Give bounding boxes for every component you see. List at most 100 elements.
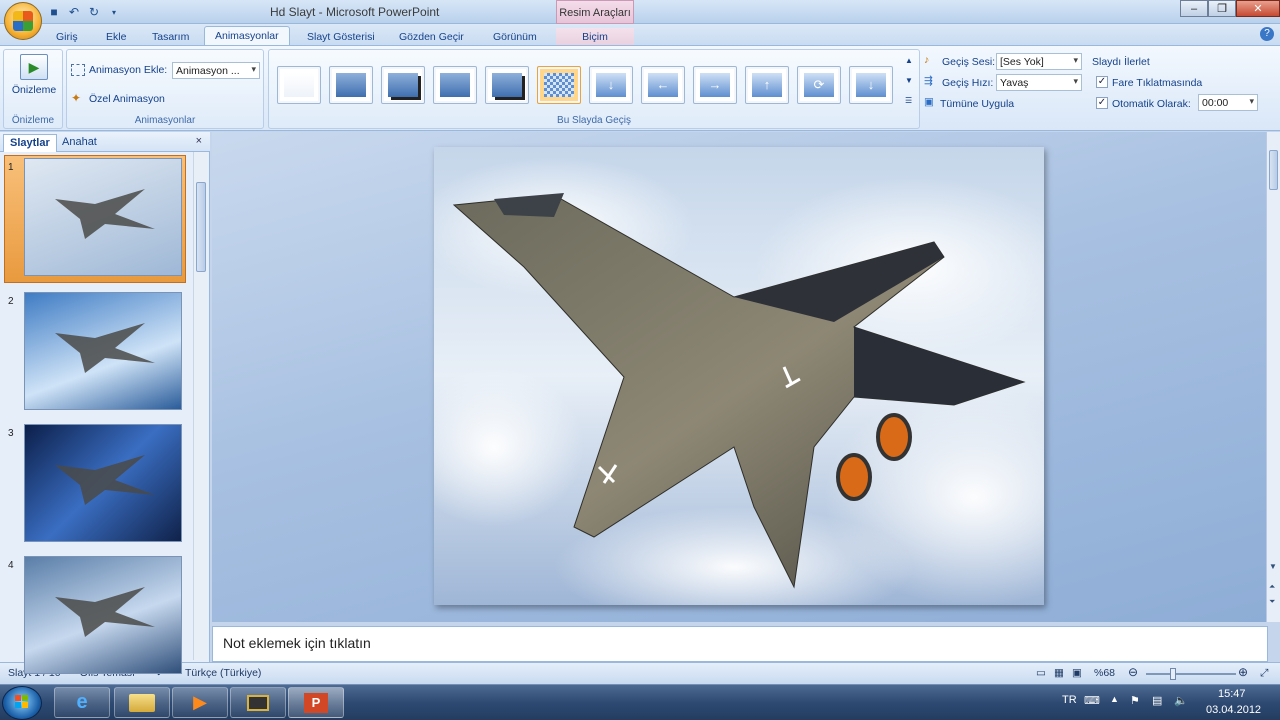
pane-close-icon[interactable]: × — [196, 135, 202, 147]
tab-format[interactable]: Biçim — [556, 28, 634, 46]
normal-view-icon[interactable]: ▭ — [1036, 667, 1046, 679]
transition-wheel[interactable]: ⟳ — [797, 66, 841, 104]
help-icon[interactable]: ? — [1260, 27, 1274, 41]
slide-thumbnail[interactable] — [24, 424, 182, 542]
gallery-down-icon[interactable]: ▼ — [905, 76, 913, 85]
slide-number: 2 — [8, 296, 14, 307]
keyboard-icon[interactable]: ⌨ — [1084, 694, 1100, 707]
powerpoint-icon[interactable]: P — [288, 687, 344, 718]
fighter-jet-image[interactable] — [434, 147, 1044, 605]
transition-wipe-up[interactable]: ↑ — [745, 66, 789, 104]
action-center-icon[interactable]: ⚑ — [1130, 694, 1140, 707]
editor-scroll-thumb[interactable] — [1269, 150, 1278, 190]
wipe-right-icon: → — [700, 73, 730, 97]
notes-pane[interactable]: Not eklemek için tıklatın — [212, 626, 1268, 662]
jet-preview-icon — [55, 587, 155, 637]
zoom-percent[interactable]: %68 — [1094, 667, 1115, 679]
redo-icon[interactable]: ↻ — [86, 4, 102, 20]
keyboard-language[interactable]: TR — [1062, 694, 1077, 706]
next-slide-icon[interactable]: ⏷ — [1269, 597, 1275, 607]
on-click-label: Fare Tıklatmasında — [1112, 77, 1203, 89]
pane-scrollbar[interactable] — [193, 152, 208, 660]
on-click-checkbox[interactable]: ✓ — [1096, 76, 1108, 88]
slide-thumbnail[interactable] — [24, 556, 182, 674]
minimize-icon[interactable]: – — [1180, 0, 1208, 17]
fit-to-window-icon[interactable]: ⤢ — [1260, 667, 1268, 680]
preview-group-label: Önizleme — [11, 115, 55, 126]
custom-animation-button[interactable]: Özel Animasyon — [89, 93, 165, 105]
editor-scrollbar[interactable]: ▼ ⏶ ⏷ — [1266, 132, 1280, 622]
transition-wipe-down[interactable]: ↓ — [589, 66, 633, 104]
animations-group: Animasyon Ekle: Animasyon ... ✦ Özel Ani… — [66, 49, 264, 129]
slide-show-icon[interactable]: ▣ — [1072, 667, 1082, 679]
slide-thumbnail[interactable] — [24, 158, 182, 276]
gallery-up-icon[interactable]: ▲ — [905, 56, 913, 65]
auto-advance-checkbox[interactable]: ✓ — [1096, 97, 1108, 109]
transition-sound-label: Geçiş Sesi: — [942, 56, 996, 68]
transition-wipe-left[interactable]: ← — [641, 66, 685, 104]
add-animation-label: Animasyon Ekle: — [89, 64, 168, 76]
language-indicator[interactable]: Türkçe (Türkiye) — [185, 667, 261, 679]
close-icon[interactable]: ✕ — [1236, 0, 1280, 17]
scroll-down-icon[interactable]: ▼ — [1269, 562, 1277, 571]
tab-animations[interactable]: Animasyonlar — [204, 26, 290, 47]
previous-slide-icon[interactable]: ⏶ — [1269, 582, 1275, 592]
transition-no-transition[interactable] — [277, 66, 321, 104]
tab-home[interactable]: Giriş — [46, 28, 88, 46]
transition-wipe-right[interactable]: → — [693, 66, 737, 104]
transition-speed-label: Geçiş Hızı: — [942, 77, 994, 89]
clock-date[interactable]: 03.04.2012 — [1206, 704, 1261, 716]
slide-canvas[interactable] — [434, 147, 1044, 605]
cut-through-black-icon — [492, 73, 522, 97]
tab-design[interactable]: Tasarım — [142, 28, 199, 46]
apply-all-button[interactable]: Tümüne Uygula — [940, 98, 1014, 110]
transition-speed-select[interactable]: Yavaş — [996, 74, 1082, 91]
tab-slide-show[interactable]: Slayt Gösterisi — [297, 28, 385, 46]
gallery-more-icon[interactable]: ☰ — [905, 96, 912, 105]
transition-dissolve[interactable] — [537, 66, 581, 104]
slide-thumbnail[interactable] — [24, 292, 182, 410]
transition-sound-select[interactable]: [Ses Yok] — [996, 53, 1082, 70]
add-animation-select[interactable]: Animasyon ... — [172, 62, 260, 79]
clock-time[interactable]: 15:47 — [1218, 688, 1246, 700]
zoom-out-icon[interactable]: ⊖ — [1128, 665, 1138, 679]
undo-icon[interactable]: ↶ — [66, 4, 82, 20]
tab-view[interactable]: Görünüm — [483, 28, 547, 46]
slide-sorter-icon[interactable]: ▦ — [1054, 667, 1064, 679]
tab-slides[interactable]: Slaytlar — [3, 134, 57, 152]
network-icon[interactable]: ▤ — [1152, 694, 1162, 707]
ribbon: ▶ Önizleme Önizleme Animasyon Ekle: Anim… — [0, 45, 1280, 131]
volume-icon[interactable]: 🔈 — [1174, 694, 1188, 707]
office-button[interactable] — [4, 2, 42, 40]
start-button[interactable] — [2, 686, 42, 720]
powerpoint-window: ■ ↶ ↻ ▾ Hd Slayt - Microsoft PowerPoint … — [0, 0, 1280, 720]
slide-number: 3 — [8, 428, 14, 439]
transition-cover-down[interactable]: ↓ — [849, 66, 893, 104]
zoom-slider-thumb[interactable] — [1170, 668, 1177, 680]
preview-button[interactable]: ▶ Önizleme — [10, 54, 58, 96]
customize-qat-icon[interactable]: ▾ — [106, 4, 122, 20]
sound-icon: ♪ — [924, 54, 930, 66]
file-explorer-icon[interactable] — [114, 687, 170, 718]
hypercam-icon[interactable] — [230, 687, 286, 718]
zoom-in-icon[interactable]: ⊕ — [1238, 665, 1248, 679]
restore-icon[interactable]: ❐ — [1208, 0, 1236, 17]
zoom-slider[interactable] — [1146, 668, 1236, 680]
transition-fade-smoothly[interactable] — [329, 66, 373, 104]
pane-scroll-thumb[interactable] — [196, 182, 206, 272]
show-hidden-icons-icon[interactable]: ▲ — [1110, 694, 1119, 704]
transition-cut[interactable] — [433, 66, 477, 104]
transition-cut-through-black[interactable] — [485, 66, 529, 104]
transition-fade-through-black[interactable] — [381, 66, 425, 104]
custom-animation-icon: ✦ — [71, 91, 82, 105]
auto-advance-time-input[interactable]: 00:00 — [1198, 94, 1258, 111]
slide-number: 1 — [8, 162, 14, 173]
save-icon[interactable]: ■ — [46, 4, 62, 20]
tab-insert[interactable]: Ekle — [96, 28, 136, 46]
internet-explorer-icon[interactable]: e — [54, 687, 110, 718]
tab-review[interactable]: Gözden Geçir — [389, 28, 474, 46]
no-transition-icon — [284, 73, 314, 97]
tab-outline[interactable]: Anahat — [56, 134, 103, 152]
media-player-icon[interactable]: ▶ — [172, 687, 228, 718]
pane-tabs: Slaytlar Anahat × — [0, 132, 210, 152]
